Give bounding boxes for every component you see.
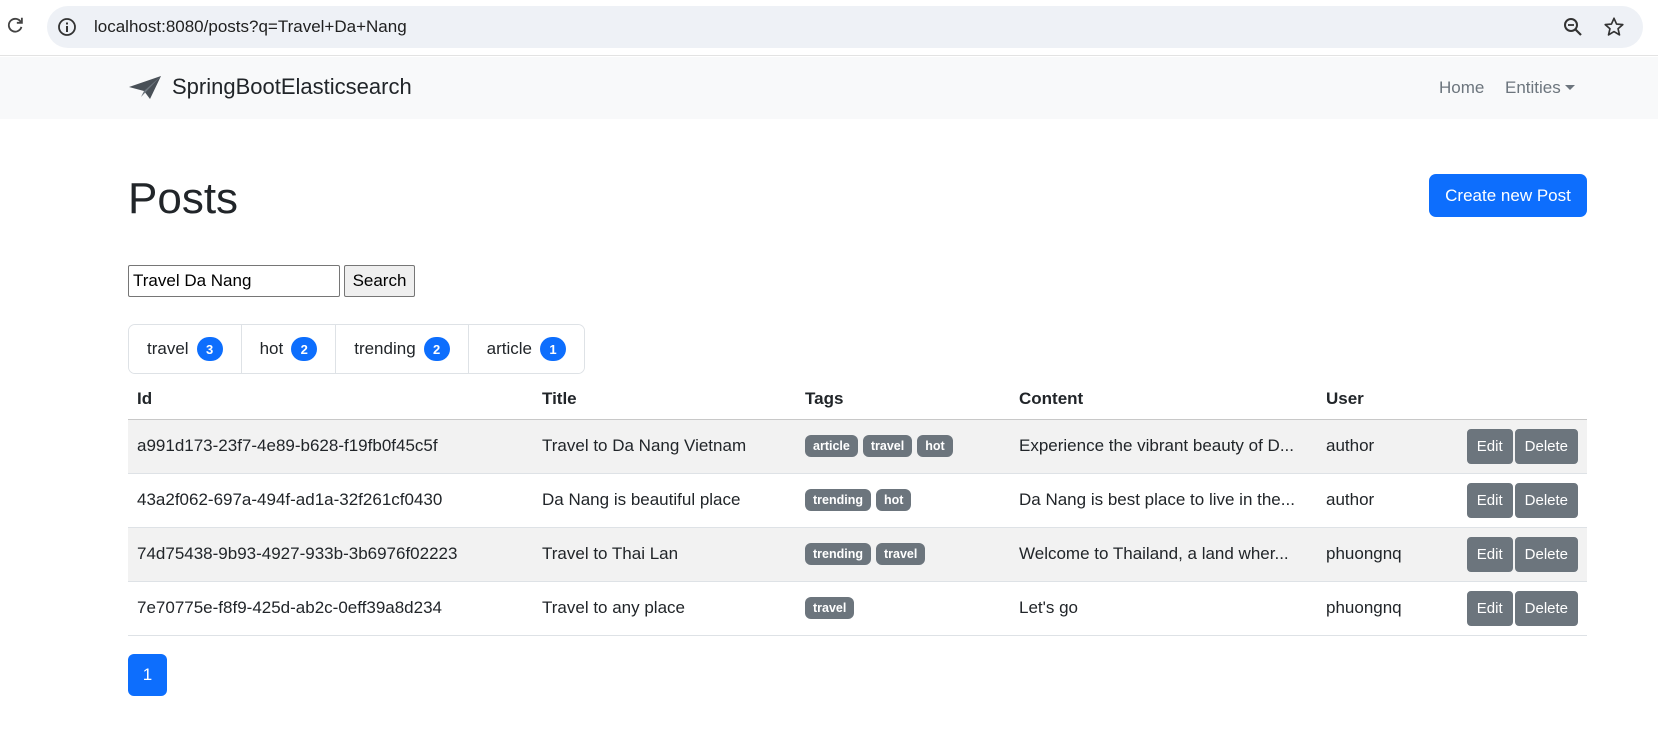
post-tags: travel [796, 581, 1010, 636]
tag-filter-group: travel 3 hot 2 trending 2 article 1 [128, 324, 586, 374]
nav-home-link[interactable]: Home [1439, 78, 1484, 98]
table-row: a991d173-23f7-4e89-b628-f19fb0f45c5f Tra… [128, 419, 1587, 474]
tag-filter-label: trending [354, 339, 416, 358]
count-badge: 2 [291, 337, 318, 361]
caret-down-icon [1564, 85, 1575, 90]
edit-button[interactable]: Edit [1466, 536, 1513, 572]
brand-name[interactable]: SpringBootElasticsearch [172, 74, 412, 100]
edit-button[interactable]: Edit [1466, 482, 1513, 518]
pagination-page-1[interactable]: 1 [128, 654, 167, 696]
post-content: Da Nang is best place to live in the... [1010, 473, 1317, 528]
post-tags: trending travel [796, 527, 1010, 582]
star-icon[interactable] [1603, 16, 1625, 38]
nav-entities-label: Entities [1505, 78, 1561, 97]
row-actions: Edit Delete [1451, 527, 1587, 582]
edit-button[interactable]: Edit [1466, 590, 1513, 626]
post-tags: trending hot [796, 473, 1010, 528]
post-user: phuongnq [1317, 527, 1451, 582]
table-header-row: Id Title Tags Content User [128, 380, 1587, 420]
tag-filter-travel[interactable]: travel 3 [129, 325, 242, 373]
create-post-button[interactable]: Create new Post [1429, 174, 1587, 217]
count-badge: 1 [540, 337, 567, 361]
paper-plane-icon[interactable] [128, 75, 162, 101]
post-content: Welcome to Thailand, a land wher... [1010, 527, 1317, 582]
zoom-icon[interactable] [1563, 17, 1583, 37]
address-bar[interactable]: localhost:8080/posts?q=Travel+Da+Nang [47, 6, 1643, 48]
tag-filter-hot[interactable]: hot 2 [241, 325, 337, 373]
page-title: Posts [128, 174, 239, 223]
tag-pill: travel [805, 597, 855, 619]
column-header-content: Content [1010, 380, 1317, 420]
delete-button[interactable]: Delete [1514, 482, 1578, 518]
tag-pill: trending [805, 543, 871, 565]
delete-button[interactable]: Delete [1514, 536, 1578, 572]
post-id: 43a2f062-697a-494f-ad1a-32f261cf0430 [128, 473, 533, 528]
post-title: Travel to any place [533, 581, 796, 636]
column-header-tags: Tags [796, 380, 1010, 420]
posts-table: Id Title Tags Content User a991d173-23f7… [128, 380, 1587, 636]
tag-filter-label: travel [147, 339, 189, 358]
count-badge: 3 [196, 337, 223, 361]
table-row: 74d75438-9b93-4927-933b-3b6976f02223 Tra… [128, 527, 1587, 582]
url-text[interactable]: localhost:8080/posts?q=Travel+Da+Nang [94, 17, 407, 37]
row-actions: Edit Delete [1451, 419, 1587, 474]
table-row: 7e70775e-f8f9-425d-ab2c-0eff39a8d234 Tra… [128, 581, 1587, 636]
post-title: Da Nang is beautiful place [533, 473, 796, 528]
delete-button[interactable]: Delete [1514, 428, 1578, 464]
count-badge: 2 [423, 337, 450, 361]
post-user: author [1317, 473, 1451, 528]
navbar: SpringBootElasticsearch Home Entities [0, 57, 1658, 119]
tag-pill: article [805, 435, 858, 457]
post-user: author [1317, 419, 1451, 474]
post-id: 7e70775e-f8f9-425d-ab2c-0eff39a8d234 [128, 581, 533, 636]
edit-button[interactable]: Edit [1466, 428, 1513, 464]
post-id: 74d75438-9b93-4927-933b-3b6976f02223 [128, 527, 533, 582]
nav-entities-dropdown[interactable]: Entities [1505, 78, 1575, 98]
post-title: Travel to Thai Lan [533, 527, 796, 582]
reload-icon[interactable] [4, 15, 26, 37]
row-actions: Edit Delete [1451, 473, 1587, 528]
search-input[interactable] [128, 265, 340, 297]
tag-pill: travel [862, 435, 913, 457]
post-content: Experience the vibrant beauty of D... [1010, 419, 1317, 474]
tag-pill: travel [876, 543, 926, 565]
tag-pill: hot [876, 489, 912, 511]
tag-filter-label: article [486, 339, 533, 358]
tag-pill: trending [805, 489, 871, 511]
column-header-title: Title [533, 380, 796, 420]
search-button[interactable]: Search [344, 265, 415, 297]
post-user: phuongnq [1317, 581, 1451, 636]
post-tags: article travel hot [796, 419, 1010, 474]
post-content: Let's go [1010, 581, 1317, 636]
browser-toolbar: localhost:8080/posts?q=Travel+Da+Nang [0, 0, 1658, 56]
column-header-id: Id [128, 380, 533, 420]
tag-pill: hot [917, 435, 953, 457]
column-header-actions [1451, 380, 1587, 420]
post-title: Travel to Da Nang Vietnam [533, 419, 796, 474]
row-actions: Edit Delete [1451, 581, 1587, 636]
column-header-user: User [1317, 380, 1451, 420]
tag-filter-label: hot [259, 339, 284, 358]
delete-button[interactable]: Delete [1514, 590, 1578, 626]
table-row: 43a2f062-697a-494f-ad1a-32f261cf0430 Da … [128, 473, 1587, 528]
tag-filter-trending[interactable]: trending 2 [336, 325, 469, 373]
tag-filter-article[interactable]: article 1 [468, 325, 585, 373]
info-icon[interactable] [57, 17, 77, 37]
post-id: a991d173-23f7-4e89-b628-f19fb0f45c5f [128, 419, 533, 474]
